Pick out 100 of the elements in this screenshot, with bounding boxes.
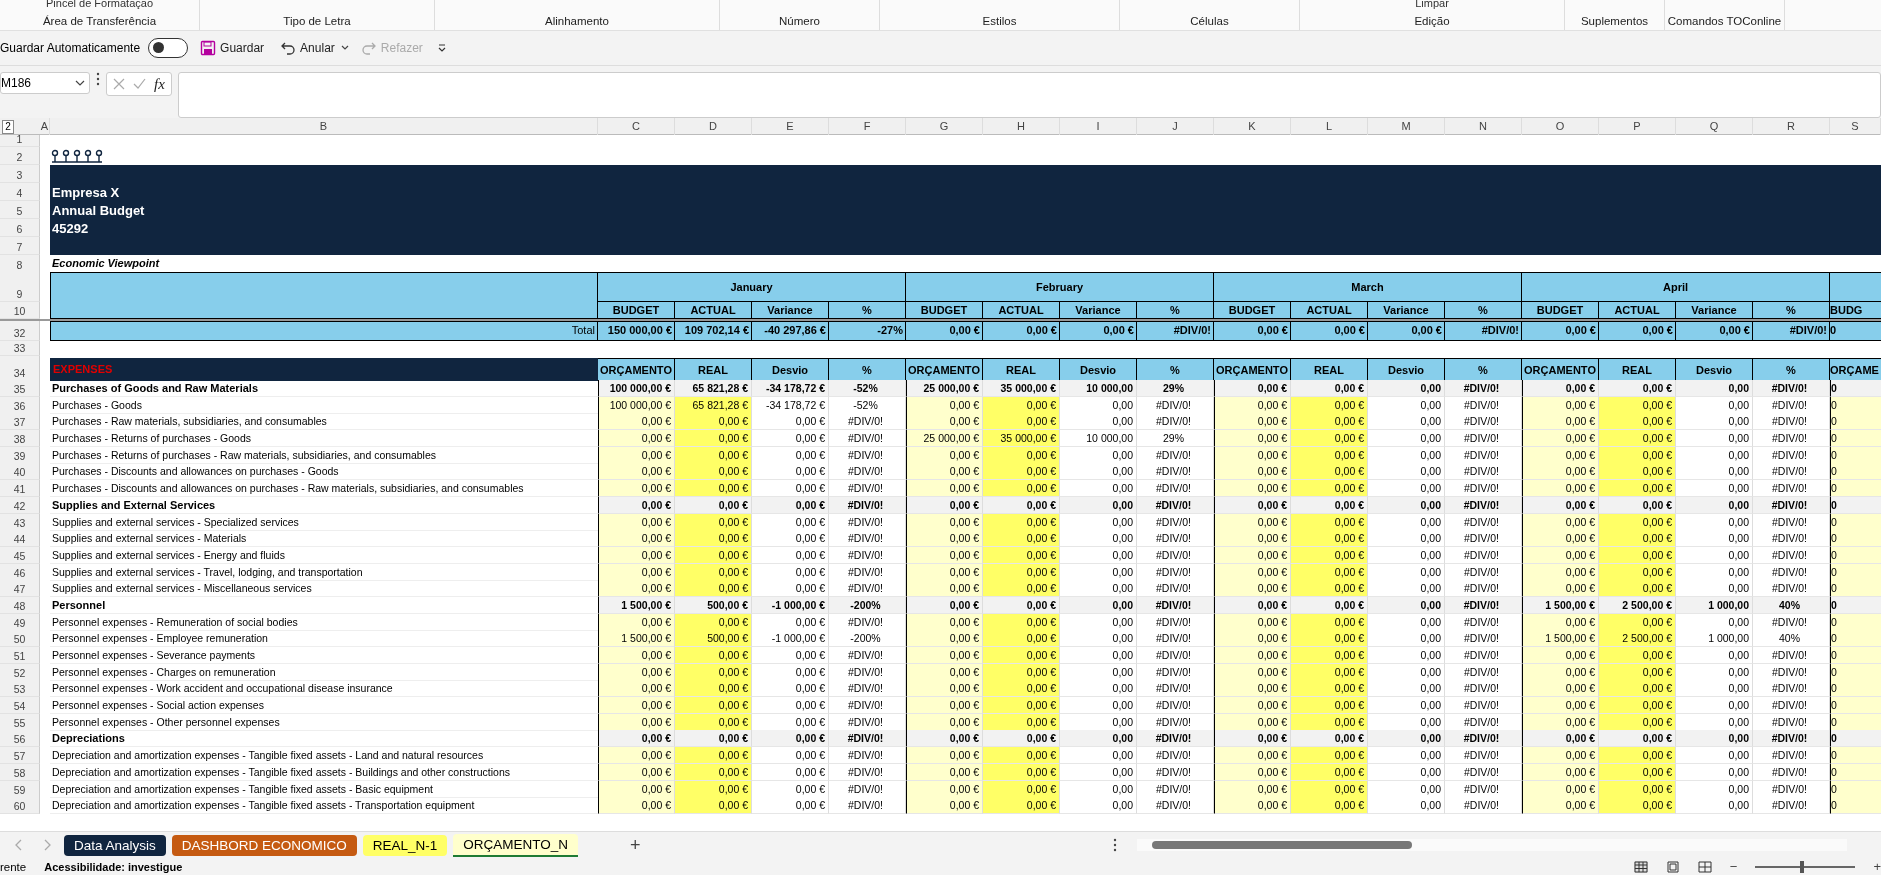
horizontal-scrollbar[interactable] — [1136, 839, 1847, 851]
row-number[interactable]: 50 — [0, 630, 40, 648]
outline-level-button[interactable]: 2 — [2, 120, 14, 134]
row-number[interactable]: 57 — [0, 747, 40, 765]
table-cell: 0,00 € — [598, 530, 675, 548]
table-cell: 0,00 € — [1214, 463, 1291, 481]
more-icon[interactable] — [96, 72, 100, 86]
row-number[interactable]: 10 — [0, 302, 40, 319]
row-number[interactable]: 4 — [0, 183, 40, 201]
row-number[interactable]: 41 — [0, 480, 40, 498]
zoom-out-button[interactable]: − — [1729, 859, 1738, 874]
add-sheet-button[interactable]: + — [624, 833, 647, 857]
row-number[interactable]: 54 — [0, 697, 40, 715]
column-header[interactable]: K — [1214, 118, 1291, 135]
row-number[interactable]: 7 — [0, 237, 40, 255]
table-cell: 0,00 € — [598, 730, 675, 748]
autosave-toggle[interactable] — [148, 38, 189, 58]
table-cell: 0,00 € — [1214, 413, 1291, 431]
table-cell: 0,00 € — [1291, 647, 1368, 664]
row-number[interactable]: 5 — [0, 201, 40, 219]
column-header[interactable]: E — [752, 118, 829, 135]
table-cell: 0 — [1830, 380, 1881, 397]
column-header[interactable]: J — [1137, 118, 1214, 135]
column-label: ORÇAMENTO — [1214, 358, 1291, 381]
column-header[interactable]: M — [1368, 118, 1445, 135]
total-cell: 0,00 € — [1214, 321, 1291, 341]
column-header[interactable]: D — [675, 118, 752, 135]
table-cell: 0,00 € — [752, 580, 829, 598]
row-number[interactable]: 32 — [0, 321, 40, 341]
row-number[interactable]: 38 — [0, 430, 40, 448]
page-break-icon[interactable] — [1697, 860, 1712, 873]
row-number[interactable]: 33 — [0, 341, 40, 356]
table-cell: 0,00 € — [1214, 580, 1291, 598]
column-header[interactable]: R — [1753, 118, 1830, 135]
table-cell: -52% — [829, 380, 906, 397]
name-box[interactable]: M186 — [0, 72, 90, 94]
more-icon[interactable] — [1112, 838, 1117, 852]
row-number[interactable]: 6 — [0, 219, 40, 237]
ribbon-command[interactable]: Pincel de Formatação — [46, 0, 153, 9]
row-number[interactable]: 37 — [0, 413, 40, 431]
caret-icon[interactable] — [340, 45, 349, 51]
table-cell: 0,00 € — [906, 530, 983, 548]
column-header[interactable]: F — [829, 118, 906, 135]
column-header[interactable]: S — [1830, 118, 1881, 135]
sheet-tab[interactable]: REAL_N-1 — [362, 834, 448, 856]
ribbon-command[interactable]: Limpar — [1415, 0, 1449, 9]
column-header[interactable]: L — [1291, 118, 1368, 135]
page-layout-icon[interactable] — [1665, 860, 1680, 873]
row-number[interactable]: 34 — [0, 356, 40, 381]
zoom-in-button[interactable]: + — [1873, 859, 1881, 874]
row-number[interactable]: 60 — [0, 797, 40, 815]
accessibility-status[interactable]: Acessibilidade: investigue — [44, 860, 183, 873]
table-cell: #DIV/0! — [829, 797, 906, 815]
table-cell: 0,00 € — [1214, 380, 1291, 397]
total-cell: #DIV/0! — [1137, 321, 1214, 341]
column-header[interactable]: B — [50, 118, 598, 135]
row-number[interactable]: 2 — [0, 147, 40, 165]
column-header[interactable]: Q — [1676, 118, 1753, 135]
table-cell: #DIV/0! — [1445, 413, 1522, 431]
sheet-tab[interactable]: DASHBORD ECONOMICO — [171, 834, 357, 856]
table-cell: 0,00 — [1060, 480, 1137, 498]
check-icon[interactable] — [133, 78, 146, 90]
row-number[interactable]: 44 — [0, 530, 40, 548]
column-header[interactable]: H — [983, 118, 1060, 135]
row-number[interactable]: 51 — [0, 647, 40, 664]
sheet-tab[interactable]: ORÇAMENTO_N — [453, 833, 579, 857]
column-header[interactable]: P — [1599, 118, 1676, 135]
column-header[interactable]: C — [598, 118, 675, 135]
column-header[interactable]: I — [1060, 118, 1137, 135]
row-number[interactable]: 8 — [0, 255, 40, 273]
table-cell: 0,00 € — [752, 647, 829, 664]
table-cell: 0,00 — [1676, 647, 1753, 664]
column-header[interactable]: G — [906, 118, 983, 135]
table-cell: 0,00 € — [1214, 530, 1291, 548]
column-header[interactable]: N — [1445, 118, 1522, 135]
normal-view-icon[interactable] — [1633, 860, 1648, 873]
row-number[interactable]: 56 — [0, 730, 40, 748]
save-icon — [200, 40, 217, 56]
row-number[interactable]: 40 — [0, 463, 40, 481]
customize-icon[interactable] — [436, 43, 447, 53]
table-cell: 0,00 € — [598, 697, 675, 715]
save-button[interactable]: Guardar — [196, 38, 269, 58]
row-number[interactable]: 47 — [0, 580, 40, 598]
caret-icon[interactable] — [75, 80, 85, 86]
formula-controls[interactable]: fx — [106, 72, 172, 96]
row-number[interactable]: 9 — [0, 272, 40, 302]
sheet-tab[interactable]: Data Analysis — [64, 834, 166, 856]
table-cell: #DIV/0! — [1445, 463, 1522, 481]
row-number[interactable]: 53 — [0, 680, 40, 698]
row-label: Supplies and external services - Materials — [50, 530, 598, 548]
table-cell: #DIV/0! — [829, 680, 906, 698]
column-header[interactable]: A — [40, 118, 50, 135]
row-number[interactable]: 1 — [0, 135, 40, 147]
undo-button[interactable]: Anular — [276, 38, 339, 58]
column-header[interactable]: O — [1522, 118, 1599, 135]
table-cell: 0,00 € — [1599, 430, 1676, 448]
zoom-thumb[interactable] — [1800, 860, 1805, 873]
formula-input[interactable] — [177, 72, 1881, 118]
row-number[interactable]: 35 — [0, 380, 40, 397]
row-number[interactable]: 3 — [0, 165, 40, 183]
